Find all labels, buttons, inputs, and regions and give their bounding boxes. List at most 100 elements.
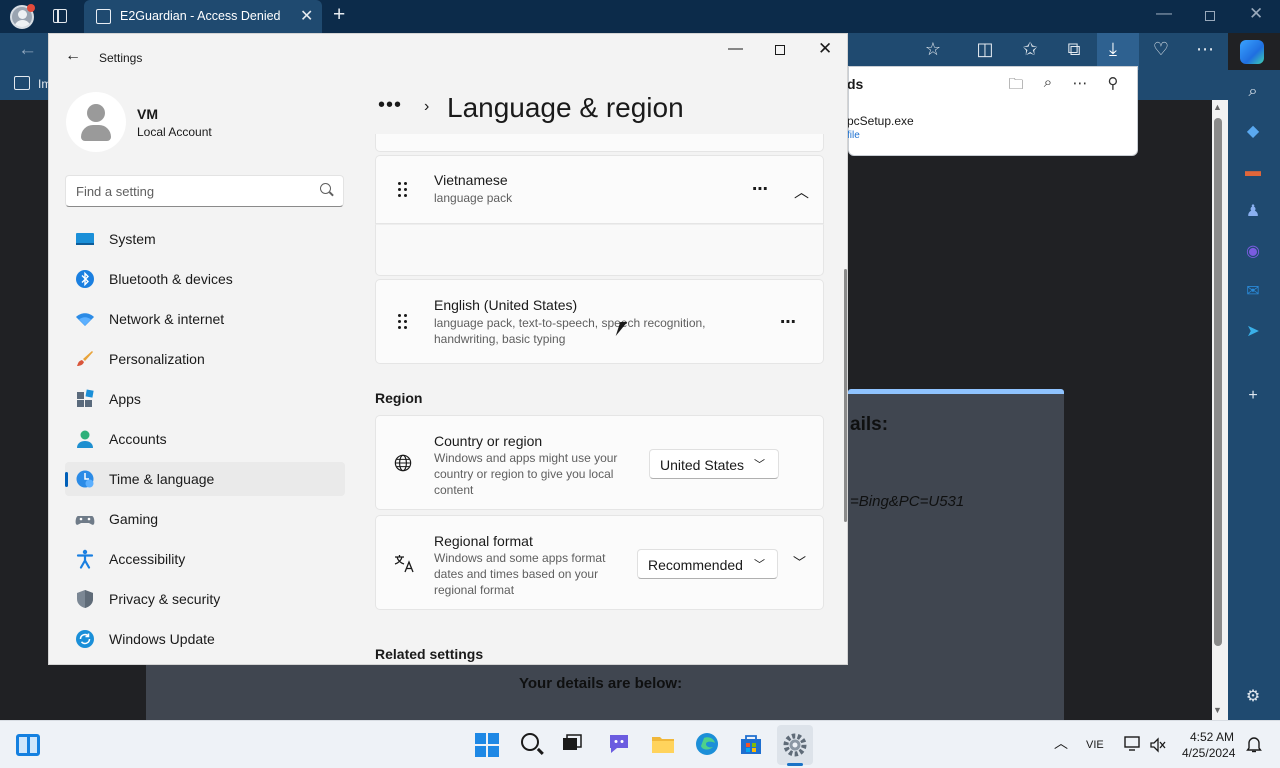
country-region-desc-2: country or region to give you local — [434, 467, 614, 481]
profile-notification-dot — [27, 4, 35, 12]
tab-actions-icon[interactable] — [53, 9, 67, 23]
show-hidden-icons-chevron-icon[interactable]: ︿ — [1054, 733, 1068, 753]
games-icon[interactable]: ♟ — [1242, 201, 1264, 223]
collections-icon[interactable]: ⧉ — [1063, 39, 1085, 60]
volume-muted-icon[interactable] — [1150, 737, 1166, 753]
download-open-file-link[interactable]: file — [847, 130, 860, 141]
nav-label: Windows Update — [109, 631, 215, 647]
nav-item-time-language[interactable]: Time & language — [65, 462, 345, 496]
block-page-panel-accent — [848, 389, 1064, 394]
language-name: Vietnamese — [434, 172, 508, 188]
download-file-name[interactable]: pcSetup.exe — [847, 114, 914, 128]
browser-tab-active[interactable]: E2Guardian - Access Denied ✕ — [84, 0, 322, 33]
browser-essentials-icon[interactable]: ♡ — [1150, 39, 1172, 60]
nav-item-personalization[interactable]: Personalization — [65, 342, 345, 376]
widgets-icon[interactable] — [16, 734, 40, 756]
breadcrumb-overflow[interactable]: ••• — [378, 94, 402, 117]
nav-item-network[interactable]: Network & internet — [65, 302, 345, 336]
downloads-button[interactable]: ⤓ — [1097, 33, 1139, 70]
settings-window: ← Settings — ✕ VM Local Account System B… — [48, 33, 848, 665]
language-card-english[interactable]: English (United States) language pack, t… — [375, 279, 824, 364]
accessibility-icon — [76, 549, 94, 569]
add-sidebar-app-icon[interactable]: + — [1242, 385, 1264, 407]
shopping-tag-icon[interactable]: ◆ — [1242, 121, 1264, 143]
split-screen-icon[interactable]: ◫ — [974, 39, 996, 60]
browser-back-icon[interactable]: ← — [18, 39, 37, 61]
pin-icon[interactable]: ⚲ — [1104, 74, 1122, 92]
nav-item-privacy-security[interactable]: Privacy & security — [65, 582, 345, 616]
clock-date[interactable]: 4/25/2024 — [1182, 746, 1235, 760]
country-region-dropdown[interactable]: United States ﹀ — [649, 449, 779, 479]
open-folder-icon[interactable]: 🗀 — [1007, 74, 1025, 99]
new-tab-icon[interactable]: + — [333, 3, 345, 27]
regional-format-dropdown[interactable]: Recommended ﹀ — [637, 549, 778, 579]
browser-restore-icon[interactable] — [1205, 11, 1215, 21]
nav-item-system[interactable]: System — [65, 222, 345, 256]
nav-item-accessibility[interactable]: Accessibility — [65, 542, 345, 576]
settings-close-icon[interactable]: ✕ — [818, 39, 832, 59]
tab-close-icon[interactable]: ✕ — [300, 6, 313, 26]
page-title: Language & region — [447, 92, 684, 123]
more-menu-icon[interactable]: ⋯ — [1194, 39, 1216, 60]
expand-chevron-icon[interactable]: ﹀ — [793, 552, 806, 571]
clock-time[interactable]: 4:52 AM — [1190, 730, 1234, 744]
copilot-sidebar-icon[interactable]: ◉ — [1242, 241, 1264, 263]
network-monitor-icon[interactable] — [1124, 736, 1142, 752]
page-scroll-thumb[interactable] — [1214, 118, 1222, 646]
regional-format-desc-1: Windows and some apps format — [434, 551, 606, 565]
downloads-more-icon[interactable]: ⋯ — [1071, 74, 1089, 92]
edge-browser-icon[interactable] — [694, 731, 720, 757]
country-region-desc-1: Windows and apps might use your — [434, 451, 618, 465]
related-settings-heading: Related settings — [375, 646, 484, 662]
user-avatar[interactable] — [66, 92, 126, 152]
chevron-down-icon: ﹀ — [754, 559, 765, 571]
settings-maximize-icon[interactable] — [775, 45, 785, 55]
nav-item-bluetooth[interactable]: Bluetooth & devices — [65, 262, 345, 296]
language-card-vietnamese[interactable]: Vietnamese language pack ⋯ ︿ — [375, 155, 824, 224]
start-windows-icon[interactable] — [475, 733, 499, 757]
scroll-down-arrow-icon[interactable]: ▼ — [1213, 705, 1222, 715]
page-favicon-icon — [96, 9, 111, 24]
teams-chat-icon[interactable] — [606, 731, 632, 757]
scroll-up-arrow-icon[interactable]: ▲ — [1213, 102, 1222, 112]
browser-minimize-icon[interactable]: — — [1156, 5, 1172, 23]
language-format-icon — [394, 555, 414, 573]
settings-back-icon[interactable]: ← — [65, 47, 81, 65]
microsoft-store-icon[interactable] — [738, 731, 764, 757]
favorite-star-icon[interactable]: ☆ — [922, 39, 944, 60]
drag-handle-icon[interactable] — [398, 182, 410, 200]
language-features-line2: handwriting, basic typing — [434, 332, 566, 346]
accounts-icon — [77, 430, 93, 448]
favorites-icon[interactable]: ✩ — [1019, 39, 1041, 60]
import-favorites-icon[interactable] — [14, 76, 30, 90]
notification-bell-icon[interactable] — [1246, 736, 1262, 753]
chevron-up-icon[interactable]: ︿ — [794, 181, 809, 202]
settings-gear-icon[interactable] — [782, 732, 808, 758]
sidebar-settings-icon[interactable]: ⚙ — [1242, 686, 1264, 708]
drag-handle-icon[interactable] — [398, 314, 410, 332]
language-options-icon[interactable]: ⋯ — [780, 312, 796, 332]
settings-minimize-icon[interactable]: — — [728, 40, 743, 57]
regional-format-title: Regional format — [434, 533, 533, 549]
taskbar-search-icon[interactable] — [521, 733, 539, 751]
browser-close-icon[interactable]: ✕ — [1249, 4, 1263, 24]
input-language-indicator[interactable]: VIE — [1086, 739, 1104, 751]
outlook-icon[interactable]: ✉ — [1242, 281, 1264, 303]
task-view-icon[interactable] — [560, 731, 586, 757]
nav-item-windows-update[interactable]: Windows Update — [65, 622, 345, 656]
tools-briefcase-icon[interactable]: ▬ — [1242, 161, 1264, 183]
language-options-icon[interactable]: ⋯ — [752, 179, 768, 199]
find-setting-input[interactable] — [66, 176, 314, 206]
nav-item-accounts[interactable]: Accounts — [65, 422, 345, 456]
send-drop-icon[interactable]: ➤ — [1242, 321, 1264, 343]
nav-item-gaming[interactable]: Gaming — [65, 502, 345, 536]
sidebar-search-icon[interactable]: ⌕ — [1242, 81, 1264, 103]
settings-scrollbar[interactable] — [844, 269, 847, 522]
search-icon[interactable] — [320, 183, 331, 194]
file-explorer-icon[interactable] — [650, 731, 676, 757]
copilot-icon[interactable] — [1240, 40, 1264, 64]
regional-format-value: Recommended — [648, 557, 743, 573]
update-icon — [76, 630, 94, 648]
search-downloads-icon[interactable]: ⌕ — [1039, 74, 1057, 91]
nav-item-apps[interactable]: Apps — [65, 382, 345, 416]
